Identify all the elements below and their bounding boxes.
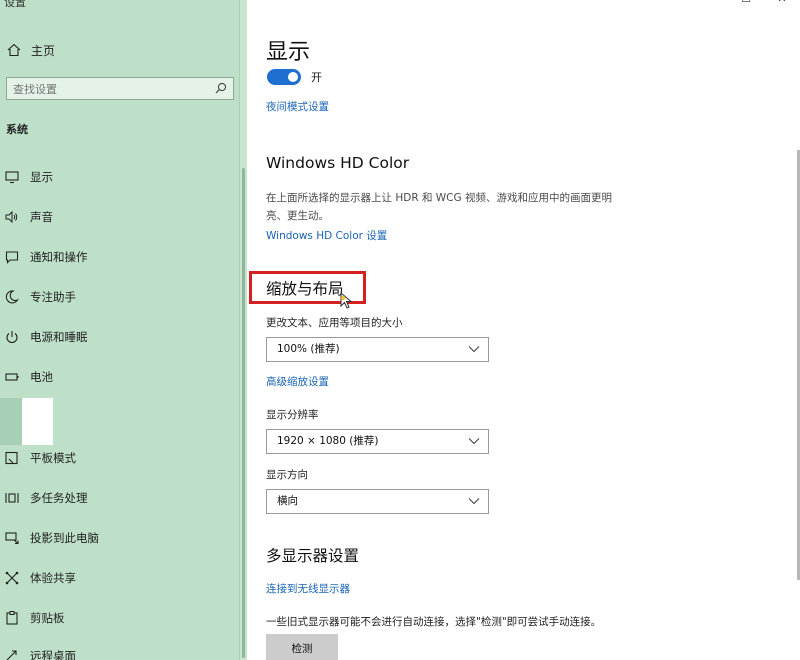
search-icon[interactable] (214, 81, 228, 95)
sidebar-item-shared-experiences[interactable]: 体验共享 (4, 567, 234, 589)
sidebar-item-focus-assist[interactable]: 专注助手 (4, 286, 234, 308)
chevron-down-icon (468, 498, 480, 505)
sidebar-item-label: 平板模式 (30, 451, 76, 465)
sidebar-item-battery[interactable]: 电池 (4, 366, 234, 388)
speaker-icon (5, 210, 18, 224)
sidebar-item-multitasking[interactable]: 多任务处理 (4, 487, 234, 509)
multi-display-heading: 多显示器设置 (266, 547, 360, 565)
orientation-label: 显示方向 (266, 469, 308, 481)
sidebar-scrollbar[interactable] (239, 0, 247, 660)
search-box[interactable] (6, 77, 234, 100)
sidebar-item-label: 体验共享 (30, 571, 76, 585)
section-label-system: 系统 (6, 123, 28, 136)
selection-strip (0, 398, 22, 445)
sidebar-item-label: 远程桌面 (30, 649, 76, 660)
sidebar-item-label: 电源和睡眠 (30, 330, 88, 344)
sidebar-item-label: 多任务处理 (30, 491, 88, 505)
resolution-label: 显示分辨率 (266, 409, 319, 421)
window-title: 设置 (4, 0, 26, 9)
sidebar-item-display[interactable]: 显示 (4, 166, 234, 188)
maximize-button[interactable]: ☐ (728, 0, 764, 8)
toggle-knob (288, 72, 298, 82)
resolution-select[interactable]: 1920 × 1080 (推荐) (266, 429, 489, 454)
moon-icon (5, 290, 19, 304)
scale-label: 更改文本、应用等项目的大小 (266, 317, 403, 329)
power-icon (6, 331, 18, 344)
battery-icon (5, 373, 19, 381)
scale-select-value: 100% (推荐) (277, 343, 340, 355)
home-link[interactable]: 主页 (6, 40, 55, 60)
wireless-display-link[interactable]: 连接到无线显示器 (266, 581, 350, 596)
sidebar-item-project[interactable]: 投影到此电脑 (4, 527, 234, 549)
multitask-icon (5, 493, 19, 503)
night-light-link[interactable]: 夜间模式设置 (266, 99, 329, 114)
monitor-icon (5, 171, 19, 184)
sidebar-item-power[interactable]: 电源和睡眠 (4, 326, 234, 348)
close-button[interactable]: ✕ (764, 0, 800, 8)
sidebar-item-label: 电池 (30, 370, 53, 384)
remote-icon (6, 650, 17, 660)
hd-color-settings-link[interactable]: Windows HD Color 设置 (266, 228, 387, 243)
home-label: 主页 (31, 43, 56, 58)
share-icon (5, 571, 19, 585)
sidebar-item-label: 剪贴板 (30, 611, 65, 625)
advanced-scaling-link[interactable]: 高级缩放设置 (266, 374, 329, 389)
selection-overlay (22, 398, 53, 445)
orientation-select-value: 横向 (277, 495, 298, 507)
display-toggle[interactable] (267, 69, 301, 85)
page-title: 显示 (266, 40, 311, 65)
toggle-state-label: 开 (311, 71, 322, 84)
orientation-select[interactable]: 横向 (266, 489, 489, 514)
sidebar-item-sound[interactable]: 声音 (4, 206, 234, 228)
notification-icon (5, 251, 19, 264)
main-content: – ☐ ✕ 显示 开 夜间模式设置 Windows HD Color 在上面所选… (247, 0, 800, 660)
sidebar-item-label: 投影到此电脑 (30, 531, 99, 545)
sidebar-item-notifications[interactable]: 通知和操作 (4, 246, 234, 268)
project-icon (5, 532, 19, 545)
mouse-cursor-icon (340, 292, 353, 309)
home-icon (7, 43, 21, 57)
search-input[interactable] (7, 79, 207, 100)
chevron-down-icon (468, 438, 480, 445)
sidebar-item-tablet-mode[interactable]: 平板模式 (4, 447, 234, 469)
chevron-down-icon (468, 346, 480, 353)
minimize-button[interactable]: – (692, 0, 728, 8)
sidebar-item-remote-desktop[interactable]: 远程桌面 (4, 645, 234, 660)
multi-display-note: 一些旧式显示器可能不会进行自动连接，选择"检测"即可尝试手动连接。 (266, 616, 602, 628)
sidebar-item-label: 通知和操作 (30, 250, 88, 264)
sidebar-item-label: 声音 (30, 210, 53, 224)
sidebar-scroll-thumb[interactable] (242, 168, 245, 658)
sidebar: 设置 主页 系统 显示 声音 通知和操作 专注助手 电源和睡眠 电池 平板模式 (0, 0, 247, 660)
clipboard-icon (6, 611, 18, 625)
resolution-select-value: 1920 × 1080 (推荐) (277, 435, 379, 447)
hd-color-description: 在上面所选择的显示器上让 HDR 和 WCG 视频、游戏和应用中的画面更明亮、更… (266, 192, 612, 222)
hd-color-heading: Windows HD Color (266, 154, 410, 172)
detect-button[interactable]: 检测 (266, 634, 338, 660)
sidebar-item-clipboard[interactable]: 剪贴板 (4, 607, 234, 629)
scale-select[interactable]: 100% (推荐) (266, 337, 489, 362)
window-controls: – ☐ ✕ (692, 0, 800, 8)
sidebar-item-label: 专注助手 (30, 290, 76, 304)
sidebar-item-label: 显示 (30, 170, 53, 184)
tablet-icon (5, 451, 18, 465)
